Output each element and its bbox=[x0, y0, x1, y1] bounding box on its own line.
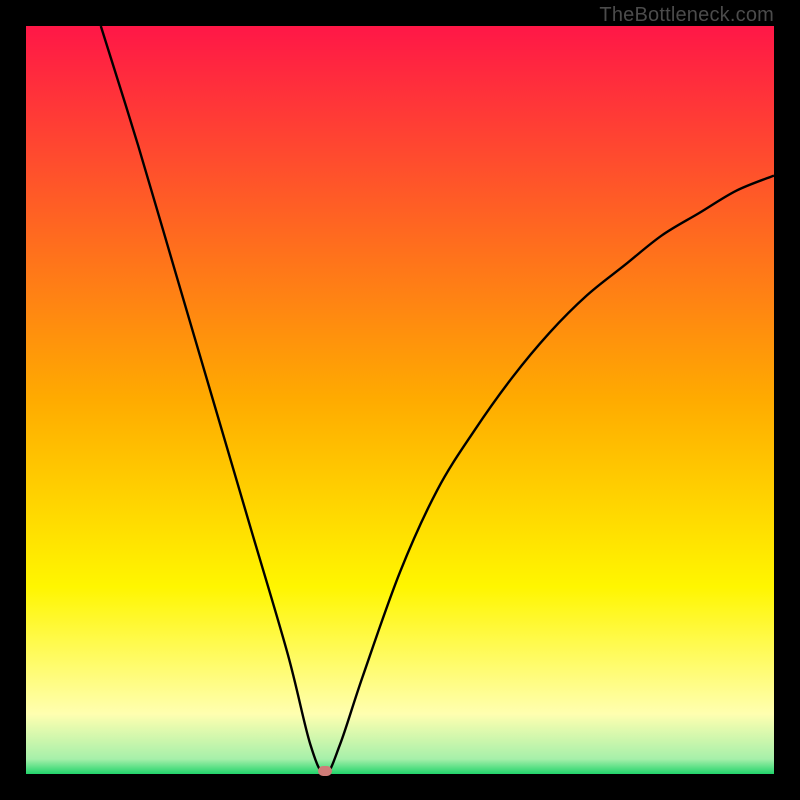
watermark-text: TheBottleneck.com bbox=[599, 4, 774, 27]
bottleneck-curve bbox=[26, 26, 774, 774]
plot-area bbox=[26, 26, 774, 774]
optimal-point-marker bbox=[318, 766, 332, 776]
